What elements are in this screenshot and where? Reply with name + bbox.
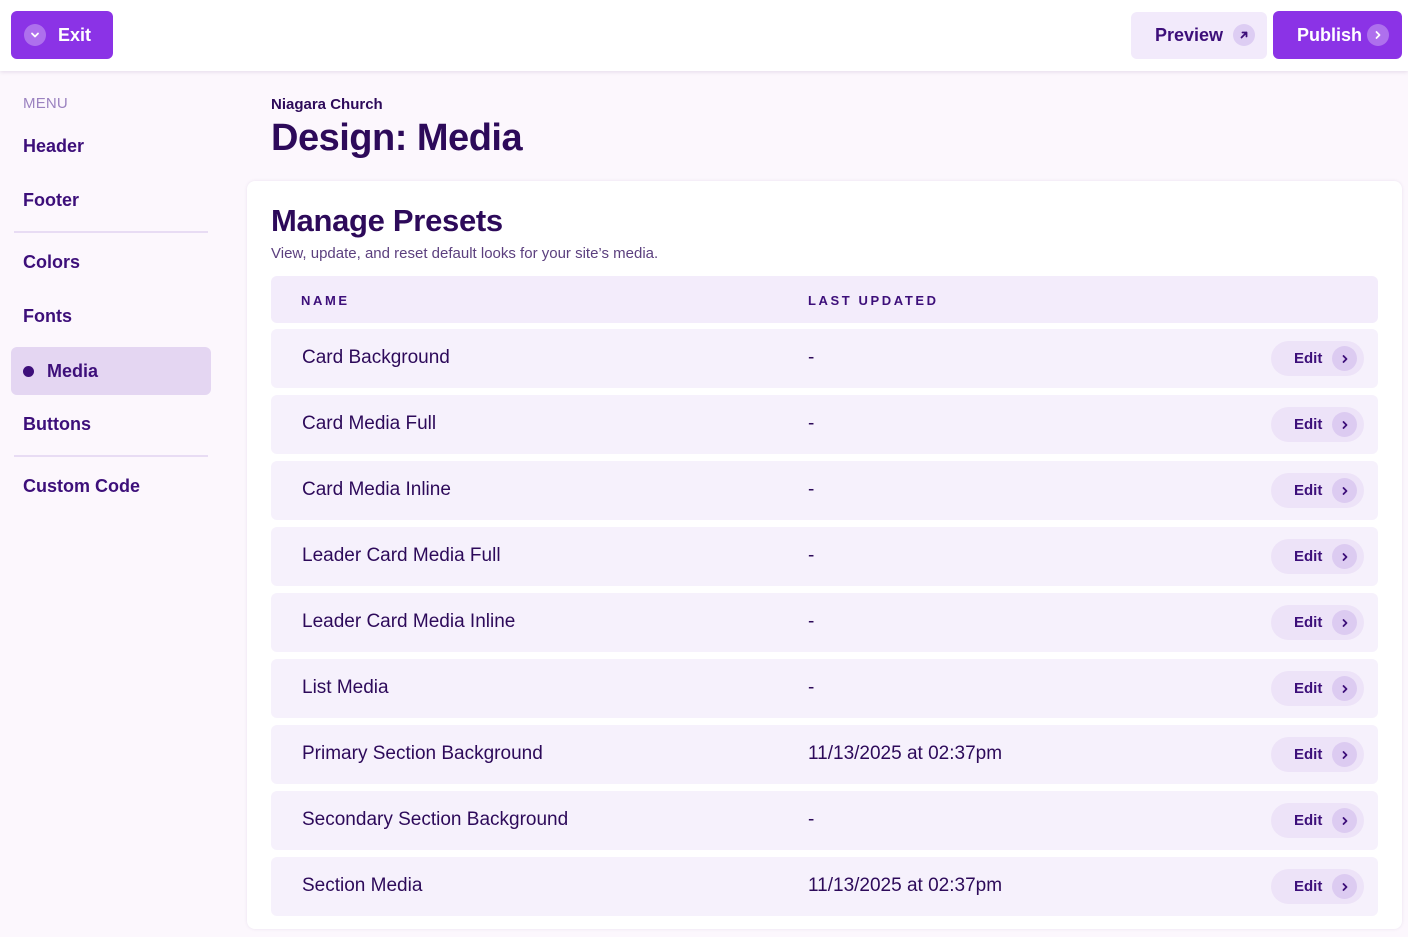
table-row: Card Background - Edit: [271, 329, 1378, 388]
edit-label: Edit: [1294, 812, 1323, 829]
edit-label: Edit: [1294, 416, 1323, 433]
preset-name: Section Media: [302, 875, 423, 896]
preset-last-updated: 11/13/2025 at 02:37pm: [808, 743, 1003, 764]
preset-last-updated: -: [808, 545, 815, 566]
sidebar-item-colors[interactable]: Colors: [11, 238, 211, 286]
edit-button[interactable]: Edit: [1271, 539, 1364, 574]
chevron-right-icon: [1332, 676, 1357, 701]
edit-button[interactable]: Edit: [1271, 605, 1364, 640]
preset-last-updated: -: [808, 611, 815, 632]
table-row: Card Media Inline - Edit: [271, 461, 1378, 520]
preset-last-updated: -: [808, 809, 815, 830]
sidebar-item-header[interactable]: Header: [11, 122, 211, 170]
edit-button[interactable]: Edit: [1271, 803, 1364, 838]
publish-label: Publish: [1297, 24, 1363, 45]
presets-title: Manage Presets: [271, 203, 503, 238]
table-row: Card Media Full - Edit: [271, 395, 1378, 454]
edit-button[interactable]: Edit: [1271, 341, 1364, 376]
preset-name: Card Background: [302, 347, 450, 368]
arrow-up-right-icon: [1233, 24, 1255, 46]
chevron-right-icon: [1332, 346, 1357, 371]
preset-name: Card Media Full: [302, 413, 437, 434]
chevron-right-icon: [1332, 478, 1357, 503]
chevron-right-icon: [1332, 874, 1357, 899]
table-row: Primary Section Background 11/13/2025 at…: [271, 725, 1378, 784]
preset-last-updated: -: [808, 413, 815, 434]
chevron-right-icon: [1332, 610, 1357, 635]
edit-button[interactable]: Edit: [1271, 407, 1364, 442]
preset-last-updated: -: [808, 677, 815, 698]
table-header: NAME LAST UPDATED: [271, 276, 1378, 323]
preset-last-updated: -: [808, 347, 815, 368]
page-title: Design: Media: [271, 117, 523, 159]
preset-name: Leader Card Media Full: [302, 545, 501, 566]
chevron-right-icon: [1332, 412, 1357, 437]
chevron-right-icon: [1367, 24, 1389, 46]
sidebar-divider: [14, 231, 208, 233]
edit-label: Edit: [1294, 482, 1323, 499]
edit-label: Edit: [1294, 878, 1323, 895]
table-row: Section Media 11/13/2025 at 02:37pm Edit: [271, 857, 1378, 916]
sidebar-divider: [14, 455, 208, 457]
edit-button[interactable]: Edit: [1271, 473, 1364, 508]
preset-name: Leader Card Media Inline: [302, 611, 516, 632]
org-name: Niagara Church: [271, 96, 383, 113]
preview-button[interactable]: Preview: [1131, 12, 1267, 59]
sidebar-item-label: Custom Code: [23, 475, 140, 496]
table-row: Leader Card Media Inline - Edit: [271, 593, 1378, 652]
sidebar-item-label: Colors: [23, 251, 81, 272]
edit-label: Edit: [1294, 548, 1323, 565]
edit-label: Edit: [1294, 350, 1323, 367]
chevron-down-icon: [24, 24, 46, 46]
sidebar-item-footer[interactable]: Footer: [11, 176, 211, 224]
edit-button[interactable]: Edit: [1271, 737, 1364, 772]
edit-label: Edit: [1294, 614, 1323, 631]
table-row: Secondary Section Background - Edit: [271, 791, 1378, 850]
exit-label: Exit: [58, 24, 92, 45]
edit-label: Edit: [1294, 680, 1323, 697]
menu-heading: MENU: [23, 95, 68, 112]
column-header-name: NAME: [301, 293, 350, 308]
edit-button[interactable]: Edit: [1271, 869, 1364, 904]
sidebar-item-label: Header: [23, 135, 85, 156]
table-row: List Media - Edit: [271, 659, 1378, 718]
table-row: Leader Card Media Full - Edit: [271, 527, 1378, 586]
presets-card: Manage Presets View, update, and reset d…: [247, 181, 1402, 929]
chevron-right-icon: [1332, 808, 1357, 833]
edit-button[interactable]: Edit: [1271, 671, 1364, 706]
preset-name: Primary Section Background: [302, 743, 543, 764]
sidebar-item-label: Media: [47, 360, 99, 381]
edit-label: Edit: [1294, 746, 1323, 763]
sidebar-item-label: Footer: [23, 189, 79, 210]
sidebar-item-label: Fonts: [23, 305, 72, 326]
exit-button[interactable]: Exit: [11, 11, 113, 59]
top-bar: Exit Preview Publish: [0, 0, 1408, 71]
preview-label: Preview: [1155, 25, 1224, 45]
preset-last-updated: 11/13/2025 at 02:37pm: [808, 875, 1003, 896]
sidebar-item-media[interactable]: Media: [11, 347, 211, 395]
preset-last-updated: -: [808, 479, 815, 500]
preset-name: List Media: [302, 677, 389, 698]
sidebar-item-fonts[interactable]: Fonts: [11, 292, 211, 340]
dot-icon: [23, 365, 34, 377]
sidebar-item-custom-code[interactable]: Custom Code: [11, 462, 211, 510]
chevron-right-icon: [1332, 742, 1357, 767]
column-header-last-updated: LAST UPDATED: [808, 293, 939, 308]
preset-name: Secondary Section Background: [302, 809, 569, 830]
sidebar-item-label: Buttons: [23, 413, 91, 434]
chevron-right-icon: [1332, 544, 1357, 569]
sidebar-item-buttons[interactable]: Buttons: [11, 400, 211, 448]
publish-button[interactable]: Publish: [1273, 11, 1402, 59]
presets-subtitle: View, update, and reset default looks fo…: [271, 245, 659, 262]
preset-name: Card Media Inline: [302, 479, 451, 500]
